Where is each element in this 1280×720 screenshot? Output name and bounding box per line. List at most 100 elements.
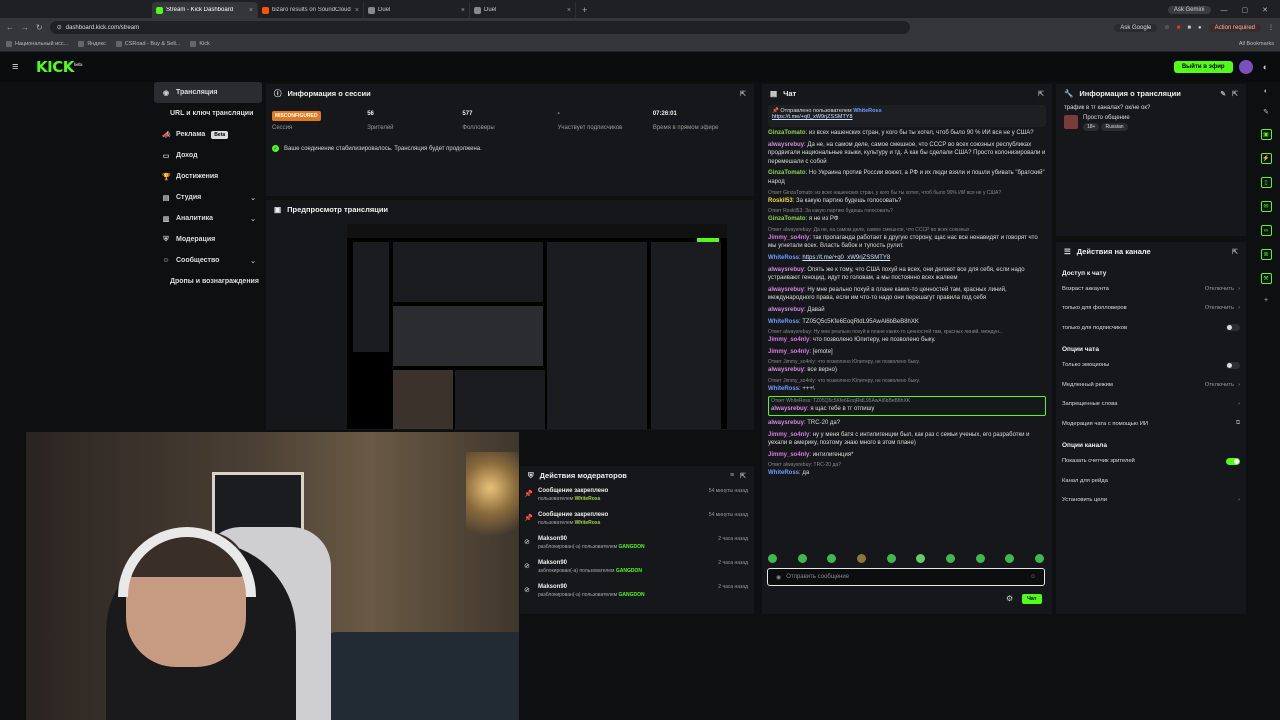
channel-option[interactable]: Запрещенные слова ›: [1056, 395, 1246, 415]
bookmark-star-icon[interactable]: ☆: [1164, 24, 1169, 31]
channel-option[interactable]: Показать счетчик зрителей: [1056, 452, 1246, 472]
close-tab-icon[interactable]: ×: [567, 7, 571, 14]
pinned-link[interactable]: https://t.me/+q0_xW9rjZSSMTY8: [772, 114, 853, 120]
option-control[interactable]: [1226, 324, 1240, 332]
option-control[interactable]: ›: [1238, 401, 1240, 407]
chat-username[interactable]: Jimmy_so4nly: [768, 432, 809, 438]
forward-icon[interactable]: →: [21, 23, 29, 32]
emote-icon[interactable]: [797, 554, 807, 563]
chat-username[interactable]: GinzaTomato: [768, 216, 806, 222]
chat-input[interactable]: ◉ Отправить сообщение ☺: [767, 568, 1045, 586]
channel-option[interactable]: Установить цели ›: [1056, 491, 1246, 511]
sidebar-item[interactable]: ◉ Трансляция: [154, 82, 262, 103]
channel-option[interactable]: Только эмоционы: [1056, 356, 1246, 376]
edit-icon[interactable]: ✎: [1220, 90, 1226, 98]
wrench-icon[interactable]: ⚒: [1260, 273, 1272, 284]
popout-icon[interactable]: ⇱: [740, 472, 746, 480]
ai-icon[interactable]: ⧉: [1236, 420, 1240, 427]
option-control[interactable]: ⧉: [1236, 420, 1240, 427]
chat-username[interactable]: Jimmy_so4nly: [768, 452, 809, 458]
channel-option[interactable]: только для подписчиков: [1056, 318, 1246, 338]
sidebar-item[interactable]: ▭ Доход: [154, 145, 262, 166]
emote-icon[interactable]: [1034, 554, 1044, 563]
bookmark-item[interactable]: Kick: [190, 41, 210, 47]
extension-icon[interactable]: ■: [1177, 25, 1181, 31]
maximize-icon[interactable]: ▢: [1238, 6, 1253, 14]
sidebar-item[interactable]: ☺ Сообщество ⌄: [154, 250, 262, 271]
mod-action-user[interactable]: WhiteRoss: [575, 496, 601, 502]
close-tab-icon[interactable]: ×: [461, 7, 465, 14]
ask-google-button[interactable]: Ask Google: [1114, 23, 1158, 32]
sidebar-item[interactable]: ▥ Аналитика ⌄: [154, 208, 262, 229]
emoji-icon[interactable]: ☺: [1030, 574, 1036, 580]
popout-icon[interactable]: ⇱: [740, 90, 746, 98]
browser-tab[interactable]: Stream - Kick Dashboard ×: [152, 2, 258, 18]
chevron-right-icon[interactable]: ›: [1238, 305, 1240, 311]
bookmark-item[interactable]: Яндекс: [78, 41, 106, 47]
chat-username[interactable]: WhiteRoss: [768, 319, 799, 325]
pinned-message[interactable]: 📌 Отправлено пользователем WhiteRoss htt…: [768, 105, 1046, 127]
kick-logo[interactable]: KICKbeta: [36, 58, 83, 76]
channel-option[interactable]: только для фолловеров Отключить ›: [1056, 299, 1246, 319]
browser-tab[interactable]: Duel ×: [470, 2, 576, 18]
channel-option[interactable]: Модерация чата с помощью ИИ ⧉: [1056, 414, 1246, 434]
sidebar-item[interactable]: 🏆 Достижения: [154, 166, 262, 187]
moon-icon[interactable]: ◐: [1264, 88, 1268, 95]
option-control[interactable]: Отключить ›: [1205, 286, 1240, 292]
option-control[interactable]: Отключить ›: [1205, 305, 1240, 311]
channel-option[interactable]: Медленный режим Отключить ›: [1056, 375, 1246, 395]
emote-icon[interactable]: [768, 554, 777, 563]
chevron-right-icon[interactable]: ›: [1238, 286, 1240, 292]
extension-icon[interactable]: ■: [1187, 25, 1191, 31]
chat-username[interactable]: Jimmy_so4nly: [768, 235, 809, 241]
chat-username[interactable]: alwaysrebuy: [768, 307, 804, 313]
popout-icon[interactable]: ⇱: [1232, 90, 1238, 98]
channel-option[interactable]: Канал для рейда: [1056, 471, 1246, 491]
option-control[interactable]: [1226, 361, 1240, 369]
bookmark-item[interactable]: Национальный исс...: [6, 41, 68, 47]
emote-icon[interactable]: [916, 554, 926, 563]
chevron-down-icon[interactable]: ⌄: [250, 257, 256, 265]
chevron-down-icon[interactable]: ⌄: [250, 215, 256, 223]
browser-tab[interactable]: Duel ×: [364, 2, 470, 18]
new-tab-button[interactable]: +: [576, 2, 593, 18]
chat-username[interactable]: alwaysrebuy: [768, 267, 804, 273]
minimize-icon[interactable]: —: [1217, 7, 1232, 14]
bolt-icon[interactable]: ⚡: [1260, 153, 1272, 164]
avatar[interactable]: [1238, 60, 1253, 74]
all-bookmarks[interactable]: All Bookmarks: [1239, 41, 1274, 47]
emote-icon[interactable]: [945, 554, 955, 563]
emote-icon[interactable]: [1005, 554, 1015, 563]
chat-link[interactable]: https://t.me/+q0_xW9rjZSSMTY8: [802, 255, 890, 261]
plus-icon[interactable]: +: [1264, 297, 1268, 304]
chat-username[interactable]: alwaysrebuy: [771, 406, 807, 412]
panel-toggle-icon[interactable]: ◐: [1263, 62, 1268, 72]
site-info-icon[interactable]: ⊙: [57, 24, 62, 31]
chat-username[interactable]: GinzaTomato: [768, 130, 806, 136]
user-badge-icon[interactable]: ◉: [776, 574, 781, 581]
emote-icon[interactable]: [827, 554, 837, 563]
mod-action-user[interactable]: WhiteRoss: [575, 520, 601, 526]
close-window-icon[interactable]: ✕: [1258, 6, 1272, 14]
stream-preview[interactable]: [347, 224, 727, 429]
back-icon[interactable]: ←: [6, 23, 14, 32]
bookmark-item[interactable]: CSRoad - Buy & Sell...: [115, 41, 180, 47]
menu-dots-icon[interactable]: ⋮: [1268, 24, 1274, 31]
sidebar-item[interactable]: ▤ Студия ⌄: [154, 187, 262, 208]
gear-icon[interactable]: ⚙: [1006, 594, 1013, 603]
option-control[interactable]: [1226, 457, 1240, 465]
widget-icon[interactable]: ▣: [1260, 129, 1272, 140]
reload-icon[interactable]: ↻: [36, 23, 43, 32]
filter-icon[interactable]: ≡: [730, 472, 734, 479]
ask-gemini-button[interactable]: Ask Gemini: [1167, 6, 1211, 14]
popout-icon[interactable]: ⇱: [1038, 90, 1044, 98]
chat-username[interactable]: WhiteRoss: [768, 386, 799, 392]
toggle-switch[interactable]: [1226, 361, 1240, 369]
option-control[interactable]: ›: [1238, 497, 1240, 503]
chevron-down-icon[interactable]: ⌄: [250, 194, 256, 202]
phone-icon[interactable]: ▯: [1260, 177, 1272, 188]
sidebar-item[interactable]: Дропы и вознаграждения: [154, 271, 262, 292]
chat-username[interactable]: alwaysrebuy: [768, 142, 804, 148]
emote-icon[interactable]: [856, 554, 866, 563]
sidebar-item[interactable]: 📣 Реклама Beta: [154, 124, 262, 145]
